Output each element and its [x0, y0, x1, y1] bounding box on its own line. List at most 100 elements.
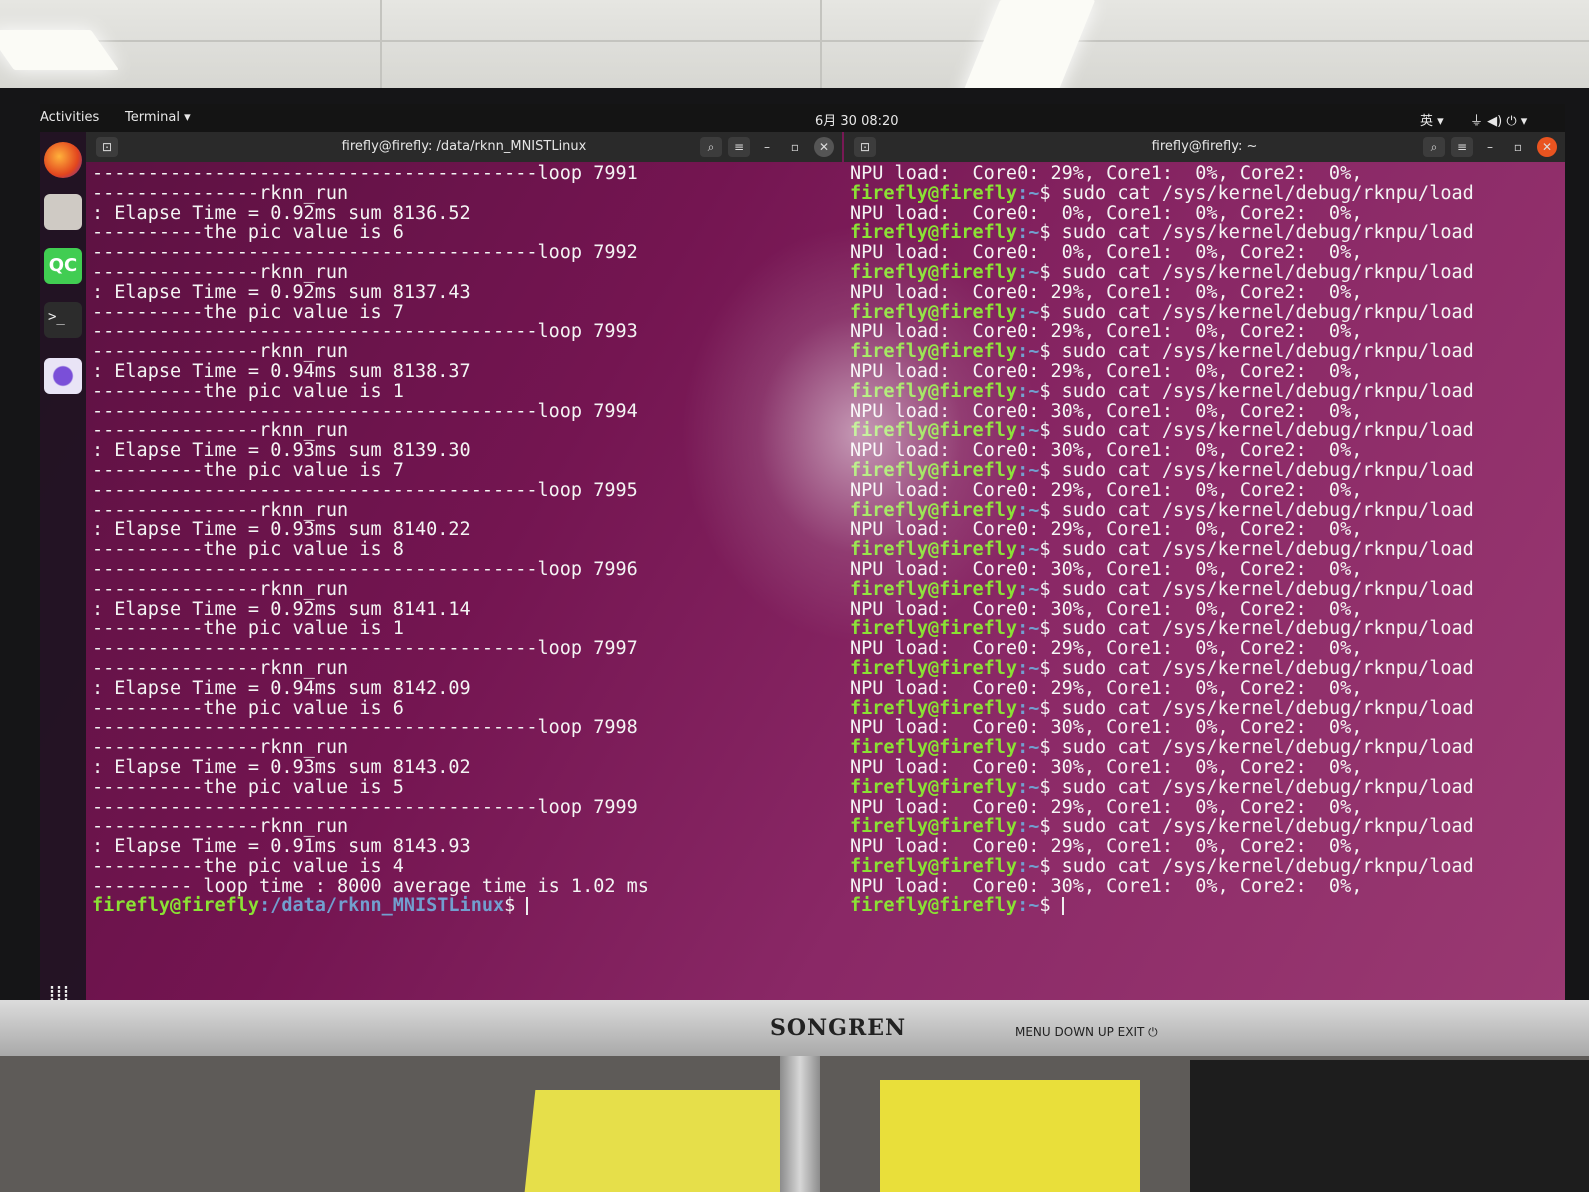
output-line: : Elapse Time = 0.92ms sum 8136.52	[92, 202, 471, 224]
prompt-user: firefly@firefly	[850, 618, 1018, 640]
command-text: sudo cat /sys/kernel/debug/rknpu/load	[1061, 578, 1474, 600]
prompt-user: firefly@firefly	[850, 341, 1018, 363]
minimize-icon[interactable]: –	[1479, 137, 1501, 157]
prompt-symbol: $	[1039, 697, 1062, 719]
maximize-icon[interactable]: ▫	[784, 137, 806, 157]
output-line: NPU load: Core0: 30%, Core1: 0%, Core2: …	[850, 598, 1363, 620]
terminal-titlebar: firefly@firefly: /data/rknn_MNISTLinux ⊡…	[86, 132, 842, 162]
command-text: sudo cat /sys/kernel/debug/rknpu/load	[1061, 420, 1474, 442]
output-line: : Elapse Time = 0.93ms sum 8140.22	[92, 519, 471, 541]
new-tab-icon[interactable]: ⊡	[854, 137, 876, 157]
minimize-icon[interactable]: –	[756, 137, 778, 157]
terminal-icon[interactable]: >_	[44, 302, 82, 338]
prompt-path: :~	[1017, 301, 1040, 323]
system-tray-icon[interactable]: ⏚ ◀) ⏻ ▾	[1470, 110, 1527, 129]
window-title: firefly@firefly: ~	[1151, 139, 1258, 154]
prompt-path: :~	[1017, 855, 1040, 877]
prompt-path: :/data/rknn_MNISTLinux	[259, 895, 505, 917]
search-icon[interactable]: ⌕	[700, 137, 722, 157]
prompt-user: firefly@firefly	[850, 499, 1018, 521]
output-line: ---------------rknn_run	[92, 578, 349, 600]
output-line: NPU load: Core0: 29%, Core1: 0%, Core2: …	[850, 796, 1363, 818]
output-line: NPU load: Core0: 30%, Core1: 0%, Core2: …	[850, 440, 1363, 462]
prompt-line: firefly@firefly:~$ sudo cat /sys/kernel/…	[850, 499, 1565, 521]
prompt-line: firefly@firefly:~$ sudo cat /sys/kernel/…	[850, 461, 1565, 481]
menu-icon[interactable]: ≡	[728, 137, 750, 157]
command-text: sudo cat /sys/kernel/debug/rknpu/load	[1061, 499, 1474, 521]
output-line: ----------the pic value is 7	[92, 301, 404, 323]
command-text: sudo cat /sys/kernel/debug/rknpu/load	[1061, 776, 1474, 798]
output-line: ----------------------------------------…	[92, 163, 638, 184]
prompt-path: :~	[1017, 657, 1040, 679]
output-line: ----------------------------------------…	[92, 796, 638, 818]
prompt-symbol: $	[1039, 420, 1062, 442]
prompt-symbol: $	[1039, 737, 1062, 759]
clock[interactable]: 6月 30 08:20	[815, 110, 899, 129]
prompt-path: :~	[1017, 182, 1040, 204]
output-line: ---------------rknn_run	[92, 499, 349, 521]
output-line: ----------------------------------------…	[92, 400, 638, 422]
output-line: NPU load: Core0: 30%, Core1: 0%, Core2: …	[850, 717, 1363, 739]
prompt-user: firefly@firefly	[850, 697, 1018, 719]
output-line: ----------------------------------------…	[92, 717, 638, 739]
prompt-path: :~	[1017, 578, 1040, 600]
command-text: sudo cat /sys/kernel/debug/rknpu/load	[1061, 459, 1474, 481]
search-icon[interactable]: ⌕	[1423, 137, 1445, 157]
command-text: sudo cat /sys/kernel/debug/rknpu/load	[1061, 855, 1474, 877]
activities-button[interactable]: Activities	[40, 110, 99, 125]
prompt-line: firefly@firefly:~$ sudo cat /sys/kernel/…	[850, 578, 1565, 600]
prompt-user: firefly@firefly	[850, 459, 1018, 481]
command-text: sudo cat /sys/kernel/debug/rknpu/load	[1061, 380, 1474, 402]
terminal-output-right[interactable]: NPU load: Core0: 29%, Core1: 0%, Core2: …	[844, 162, 1565, 1030]
prompt-user: firefly@firefly	[850, 420, 1018, 442]
prompt-user: firefly@firefly	[850, 182, 1018, 204]
qtcreator-icon[interactable]: QC	[44, 248, 82, 284]
terminal-output-left[interactable]: ----------------------------------------…	[86, 162, 842, 1030]
prompt-path: :~	[1017, 618, 1040, 640]
ceiling-lamp	[959, 0, 1096, 100]
prompt-path: :~	[1017, 776, 1040, 798]
monitor-osd-buttons[interactable]: MENU DOWN UP EXIT ⏻	[1015, 1025, 1158, 1040]
prompt-symbol: $	[1039, 499, 1062, 521]
screenshot-icon[interactable]	[44, 358, 82, 394]
prompt-user: firefly@firefly	[850, 895, 1018, 917]
close-icon[interactable]: ✕	[1537, 137, 1557, 157]
gnome-top-bar: Activities Terminal ▾ 6月 30 08:20 英 ▾ ⏚ …	[40, 104, 1565, 132]
menu-icon[interactable]: ≡	[1451, 137, 1473, 157]
window-title: firefly@firefly: /data/rknn_MNISTLinux	[341, 139, 587, 154]
maximize-icon[interactable]: ▫	[1507, 137, 1529, 157]
prompt-line: firefly@firefly:~$ sudo cat /sys/kernel/…	[850, 182, 1565, 204]
terminal-app-menu[interactable]: Terminal ▾	[125, 110, 191, 125]
output-line: NPU load: Core0: 29%, Core1: 0%, Core2: …	[850, 479, 1363, 501]
firefox-icon[interactable]	[44, 142, 82, 178]
output-line: NPU load: Core0: 29%, Core1: 0%, Core2: …	[850, 677, 1363, 699]
prompt-line: firefly@firefly:~$ sudo cat /sys/kernel/…	[850, 776, 1565, 798]
prompt-line: firefly@firefly:/data/rknn_MNISTLinux$	[92, 896, 842, 916]
output-line: : Elapse Time = 0.94ms sum 8142.09	[92, 677, 471, 699]
input-method-indicator[interactable]: 英 ▾	[1420, 110, 1444, 129]
output-line: : Elapse Time = 0.94ms sum 8138.37	[92, 360, 471, 382]
dock: QC >_ ⁞⁞⁞	[40, 132, 86, 1030]
new-tab-icon[interactable]: ⊡	[96, 137, 118, 157]
command-text: sudo cat /sys/kernel/debug/rknpu/load	[1061, 657, 1474, 679]
prompt-user: firefly@firefly	[850, 301, 1018, 323]
command-text: sudo cat /sys/kernel/debug/rknpu/load	[1061, 697, 1474, 719]
book	[880, 1080, 1140, 1192]
ceiling-lamp	[0, 30, 120, 70]
command-text: sudo cat /sys/kernel/debug/rknpu/load	[1061, 182, 1474, 204]
prompt-symbol: $	[1039, 895, 1062, 917]
output-line: ----------the pic value is 1	[92, 618, 404, 640]
prompt-symbol: $	[1039, 816, 1062, 838]
terminal-window-right[interactable]: firefly@firefly: ~ ⊡ ⌕ ≡ – ▫ ✕ NPU load:…	[844, 132, 1565, 1030]
files-icon[interactable]	[44, 194, 82, 230]
terminal-window-left[interactable]: firefly@firefly: /data/rknn_MNISTLinux ⊡…	[86, 132, 842, 1030]
terminal-titlebar: firefly@firefly: ~ ⊡ ⌕ ≡ – ▫ ✕	[844, 132, 1565, 162]
output-line: ----------the pic value is 6	[92, 697, 404, 719]
text-cursor	[1061, 897, 1064, 916]
prompt-user: firefly@firefly	[850, 222, 1018, 244]
cables	[1190, 1060, 1589, 1192]
ceiling	[0, 0, 1589, 100]
prompt-symbol: $	[1039, 261, 1062, 283]
prompt-path: :~	[1017, 895, 1040, 917]
close-icon[interactable]: ✕	[814, 137, 834, 157]
